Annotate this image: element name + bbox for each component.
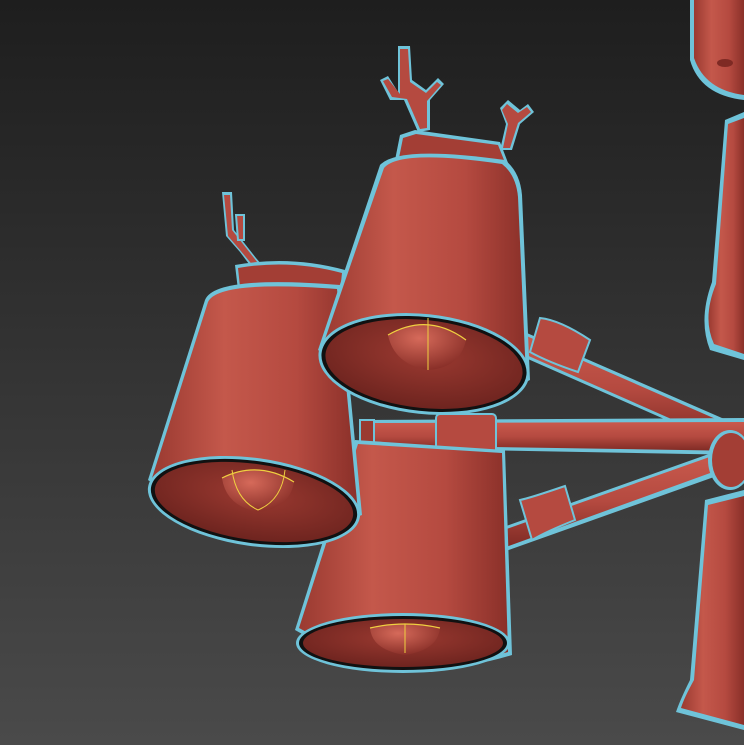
3d-viewport[interactable] [0,0,744,745]
chandelier-render [0,0,744,745]
